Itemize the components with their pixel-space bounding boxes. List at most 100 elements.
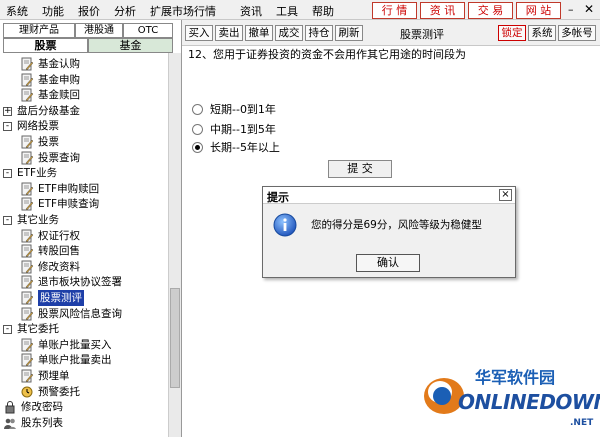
tree-item-label: 预警委托 — [38, 385, 80, 398]
tab-hk-connect[interactable]: 港股通 — [75, 23, 123, 38]
tree-item[interactable]: 单账户批量买入 — [20, 337, 165, 353]
tree-item[interactable]: 预警委托 — [20, 384, 165, 400]
left-panel: 理财产品 港股通 OTC 股票 基金 基金认购 基金申购 基金赎回 + 盘后分级基金 - 网… — [0, 20, 182, 437]
close-icon[interactable]: ✕ — [584, 2, 594, 16]
tree-item-label: ETF业务 — [17, 167, 58, 180]
collapse-icon[interactable]: - — [3, 216, 12, 225]
radio-button[interactable] — [192, 124, 203, 135]
lock-button[interactable]: 锁定 — [498, 25, 526, 41]
menu-function[interactable]: 功能 — [42, 3, 64, 19]
sell-button[interactable]: 卖出 — [215, 25, 243, 41]
collapse-icon[interactable]: - — [3, 325, 12, 335]
tree-item-label: 其它业务 — [17, 214, 59, 226]
cancel-order-button[interactable]: 撤单 — [245, 25, 273, 41]
refresh-button[interactable]: 刷新 — [335, 25, 363, 41]
document-pen-icon — [20, 338, 34, 352]
quote-quick-button[interactable]: 行 情 — [372, 2, 417, 19]
dialog-titlebar: 提示 × — [263, 187, 515, 204]
expand-icon[interactable]: + — [3, 106, 12, 116]
menu-help[interactable]: 帮助 — [312, 3, 334, 19]
tree-item[interactable]: - 其它业务 — [3, 212, 165, 228]
menu-extended-market[interactable]: 扩展市场行情 — [150, 3, 216, 19]
scrollbar-thumb[interactable] — [170, 288, 180, 388]
document-pen-icon — [20, 88, 34, 102]
watermark-cn: 华军软件园 — [475, 368, 556, 387]
lock-icon — [3, 400, 17, 414]
collapse-icon[interactable]: - — [3, 122, 12, 132]
menu-news[interactable]: 资讯 — [240, 3, 262, 19]
tree-item-label: 投票 — [38, 136, 59, 148]
tree-item-label: ETF申购赎回 — [38, 182, 100, 195]
document-pen-icon — [20, 260, 34, 274]
tree-item[interactable]: - 网络投票 — [3, 118, 165, 134]
tree-item[interactable]: 修改密码 — [3, 399, 165, 415]
tree-item-label: 预埋单 — [38, 370, 70, 382]
positions-button[interactable]: 持仓 — [305, 25, 333, 41]
tab-wealth-products[interactable]: 理财产品 — [3, 23, 75, 38]
tree-item[interactable]: 基金申购 — [20, 72, 165, 88]
system-button[interactable]: 系统 — [528, 25, 556, 41]
tab-otc[interactable]: OTC — [123, 23, 173, 38]
option-label: 中期--1到5年 — [210, 123, 276, 136]
dialog-message: 您的得分是69分，风险等级为稳健型 — [311, 219, 482, 231]
tree-item[interactable]: - ETF业务 — [3, 165, 165, 181]
submit-button[interactable]: 提 交 — [328, 160, 392, 178]
function-tree: 基金认购 基金申购 基金赎回 + 盘后分级基金 - 网络投票 投票 投票查询 - ETF业务 ETF申… — [0, 53, 168, 437]
tree-item[interactable]: 股票测评 — [20, 290, 165, 306]
tab-funds[interactable]: 基金 — [88, 38, 173, 53]
tree-item[interactable]: 投票查询 — [20, 150, 165, 166]
tree-item-label: 转股回售 — [38, 245, 80, 258]
tree-item-label: 基金认购 — [38, 58, 80, 70]
menu-system[interactable]: 系统 — [6, 3, 28, 19]
radio-button-checked[interactable] — [192, 142, 203, 153]
tab-stocks[interactable]: 股票 — [3, 38, 88, 53]
tree-item[interactable]: 股票风险信息查询 — [20, 306, 165, 322]
tree-scrollbar[interactable] — [168, 53, 181, 437]
info-icon — [273, 213, 297, 237]
dialog-title: 提示 — [267, 191, 289, 204]
tree-item[interactable]: 单账户批量卖出 — [20, 352, 165, 368]
menu-tools[interactable]: 工具 — [276, 3, 298, 19]
document-pen-icon — [20, 369, 34, 383]
tree-item-label: 网络投票 — [17, 120, 59, 133]
trade-quick-button[interactable]: 交 易 — [468, 2, 513, 19]
tree-item[interactable]: 退市板块协议签署 — [20, 274, 165, 290]
tree-item[interactable]: 基金赎回 — [20, 87, 165, 103]
tree-item[interactable]: 基金认购 — [20, 56, 165, 72]
document-pen-icon — [20, 244, 34, 258]
tree-item-label: 退市板块协议签署 — [38, 276, 122, 289]
tree-item[interactable]: 预埋单 — [20, 368, 165, 384]
news-quick-button[interactable]: 资 讯 — [420, 2, 465, 19]
tree-item-label: 修改资料 — [38, 260, 80, 273]
deals-button[interactable]: 成交 — [275, 25, 303, 41]
tree-item[interactable]: 修改资料 — [20, 259, 165, 275]
dialog-ok-button[interactable]: 确认 — [356, 254, 420, 272]
tree-item-label: 基金申购 — [38, 73, 80, 86]
minimize-icon[interactable]: – — [568, 3, 574, 16]
watermark: 华军软件园 ONLINEDOWN .NET — [420, 358, 600, 437]
people-icon — [3, 416, 17, 430]
tree-item-label: 其它委托 — [17, 323, 59, 336]
menu-quote[interactable]: 报价 — [78, 3, 100, 19]
tree-item[interactable]: ETF申赎查询 — [20, 196, 165, 212]
collapse-icon[interactable]: - — [3, 169, 12, 179]
radio-button[interactable] — [192, 104, 203, 115]
tree-item[interactable]: 股东列表 — [3, 415, 165, 431]
dialog-close-button[interactable]: × — [499, 189, 512, 201]
website-quick-button[interactable]: 网 站 — [516, 2, 561, 19]
tree-item[interactable]: + 盘后分级基金 — [3, 103, 165, 119]
tree-item-label: 股票测评 — [38, 290, 84, 306]
tree-item[interactable]: - 其它委托 — [3, 321, 165, 337]
document-pen-icon — [20, 182, 34, 196]
document-pen-icon — [20, 73, 34, 87]
menu-analysis[interactable]: 分析 — [114, 3, 136, 19]
multi-account-button[interactable]: 多帐号 — [558, 25, 596, 41]
tree-item[interactable]: ETF申购赎回 — [20, 181, 165, 197]
tree-item[interactable]: 权证行权 — [20, 228, 165, 244]
tree-item[interactable]: 投票 — [20, 134, 165, 150]
watermark-suffix: .NET — [570, 418, 594, 428]
buy-button[interactable]: 买入 — [185, 25, 213, 41]
tree-item[interactable]: 转股回售 — [20, 243, 165, 259]
tree-item-label: 投票查询 — [38, 151, 80, 164]
question-text: 12、您用于证券投资的资金不会用作其它用途的时间段为 — [188, 48, 466, 61]
